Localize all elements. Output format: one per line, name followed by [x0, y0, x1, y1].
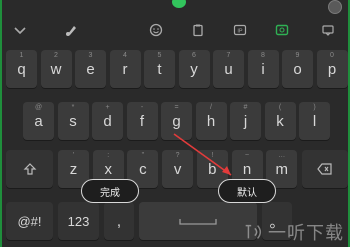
key-label: o — [293, 60, 302, 78]
watermark: 一听下载 — [242, 219, 344, 245]
key-label: e — [86, 60, 95, 78]
shift-icon — [23, 163, 36, 175]
key-label: l — [312, 112, 317, 130]
key-label: h — [206, 112, 216, 130]
key-o[interactable]: 9o — [282, 50, 313, 88]
key-label: u — [224, 60, 233, 78]
brush-icon[interactable] — [64, 22, 80, 38]
key-hint: 5 — [157, 52, 162, 59]
key-label: s — [69, 112, 77, 130]
svg-text:IP: IP — [237, 29, 243, 35]
key-hint: + — [105, 104, 110, 111]
key-label: k — [276, 112, 284, 130]
key-hint: @ — [34, 104, 43, 111]
backspace-icon — [317, 163, 332, 175]
key-v[interactable]: ? v — [162, 150, 194, 188]
key-hint: 2 — [54, 52, 58, 59]
key-label: v — [173, 160, 182, 178]
key-a[interactable]: @ a — [23, 102, 54, 140]
watermark-logo-icon — [245, 224, 262, 239]
shift-key[interactable] — [6, 150, 53, 188]
key-hint: - — [140, 104, 144, 111]
key-hint: ! — [211, 152, 214, 159]
key-label: n — [242, 160, 252, 178]
key-y[interactable]: 6y — [178, 50, 210, 88]
key-hint: 1 — [19, 52, 24, 59]
message-icon[interactable] — [320, 22, 336, 38]
key-hint: ~ — [244, 152, 250, 159]
backspace-key[interactable] — [302, 150, 348, 188]
key-r[interactable]: 4r — [109, 50, 141, 88]
space-icon — [179, 219, 217, 225]
key-hint: 6 — [192, 52, 196, 59]
space-key[interactable] — [139, 202, 257, 240]
top-indicator — [172, 0, 186, 8]
key-hint: ( — [278, 104, 282, 111]
key-label: w — [50, 60, 62, 78]
key-label: p — [327, 60, 337, 78]
numbers-key[interactable]: 123 — [58, 202, 99, 240]
key-label: i — [261, 60, 265, 78]
key-label: j — [243, 112, 248, 130]
keyboard-icon[interactable] — [274, 22, 290, 38]
key-hint: = — [174, 104, 179, 111]
key-hint: ' — [72, 152, 75, 159]
key-e[interactable]: 3e — [75, 50, 106, 88]
key-t[interactable]: 5t — [144, 50, 175, 88]
key-hint: 4 — [123, 52, 127, 59]
key-label: x — [104, 160, 112, 178]
key-q[interactable]: 1q — [6, 50, 37, 88]
key-label: a — [34, 112, 43, 130]
key-label: b — [208, 160, 217, 178]
chevron-down-icon[interactable] — [12, 22, 28, 38]
key-label: c — [139, 160, 147, 178]
key-label: y — [190, 60, 198, 78]
key-k[interactable]: (k — [264, 102, 296, 140]
key-label: q — [17, 60, 26, 78]
done-chip[interactable]: 完成 — [81, 179, 139, 203]
symbols-key[interactable]: @#! — [6, 202, 53, 240]
comma-key[interactable]: , — [104, 202, 134, 240]
key-hint: 7 — [226, 52, 231, 59]
key-f[interactable]: -f — [126, 102, 158, 140]
key-hint: : — [107, 152, 110, 159]
keyboard: IP 1q2w3e4r5t6y7u8i9o0p @ a * s + d - f = g / h # j(k… — [0, 0, 350, 247]
key-hint: * — [71, 104, 75, 111]
key-label: g — [172, 112, 181, 130]
default-chip[interactable]: 默认 — [218, 179, 276, 203]
key-hint: ) — [313, 104, 316, 111]
key-hint: " — [141, 152, 145, 159]
emoji-icon[interactable] — [148, 22, 164, 38]
key-i[interactable]: 8i — [247, 50, 279, 88]
key-label: z — [69, 160, 78, 178]
clipboard-icon[interactable] — [190, 22, 206, 38]
key-hint: # — [243, 104, 248, 111]
key-j[interactable]: # j — [230, 102, 261, 140]
key-l[interactable]: ) l — [299, 102, 330, 140]
key-s[interactable]: * s — [57, 102, 89, 140]
keyboard-toolbar: IP — [2, 16, 348, 46]
avatar[interactable] — [328, 0, 342, 14]
key-label: d — [103, 112, 112, 130]
key-u[interactable]: 7u — [213, 50, 244, 88]
key-hint: / — [210, 104, 212, 111]
key-hint: 0 — [330, 52, 334, 59]
key-hint: 9 — [295, 52, 300, 59]
translate-icon[interactable]: IP — [232, 22, 248, 38]
watermark-text: 一听下载 — [268, 223, 344, 243]
key-hint: 8 — [261, 52, 265, 59]
key-g[interactable]: = g — [161, 102, 192, 140]
key-h[interactable]: / h — [195, 102, 227, 140]
key-label: r — [122, 60, 128, 78]
key-hint: ? — [175, 152, 180, 159]
key-d[interactable]: + d — [92, 102, 123, 140]
key-hint: … — [278, 152, 286, 159]
key-hint: 3 — [88, 52, 93, 59]
key-p[interactable]: 0p — [316, 50, 348, 88]
key-label: t — [157, 60, 162, 78]
key-label: f — [139, 112, 145, 130]
key-label: m — [275, 160, 288, 178]
key-w[interactable]: 2w — [40, 50, 72, 88]
